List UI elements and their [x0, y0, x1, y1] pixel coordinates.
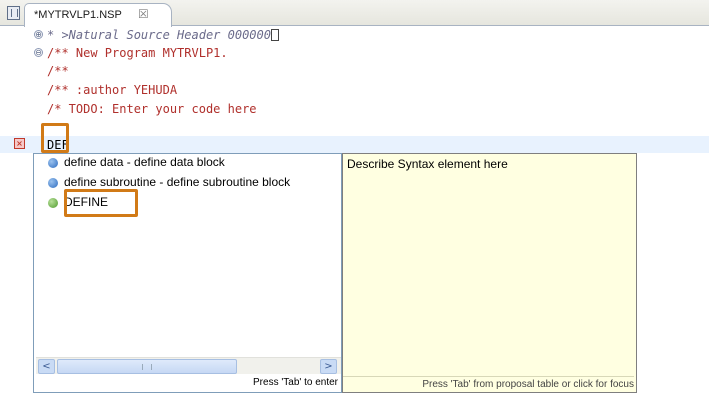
editor-area-icon	[7, 6, 20, 20]
blue-circle-icon	[48, 178, 58, 188]
scroll-thumb[interactable]	[57, 359, 237, 374]
code-line-4: /** :author YEHUDA	[47, 83, 178, 97]
code-line-2: /** New Program MYTRVLP1.	[47, 46, 228, 60]
close-icon[interactable]: ☒	[138, 7, 149, 21]
blue-circle-icon	[48, 158, 58, 168]
folded-region-marker[interactable]	[270, 29, 279, 41]
error-marker-icon[interactable]: ×	[14, 138, 25, 149]
scroll-right-button[interactable]: >	[320, 359, 337, 374]
fold-expand-icon[interactable]: ⊕	[34, 30, 43, 39]
content-assist-popup[interactable]: define data - define data block define s…	[33, 153, 342, 393]
green-circle-icon	[48, 198, 58, 208]
tab-title: *MYTRVLP1.NSP	[34, 9, 122, 21]
proposal-label: define data - define data block	[64, 155, 225, 169]
scroll-left-button[interactable]: <	[38, 359, 55, 374]
info-text: Describe Syntax element here	[347, 157, 508, 171]
fold-collapse-icon[interactable]: ⊖	[34, 48, 43, 57]
assist-status-text: Press 'Tab' to enter	[253, 377, 338, 388]
info-popup[interactable]: Describe Syntax element here Press 'Tab'…	[342, 153, 637, 393]
tab-mytrvlp1[interactable]: *MYTRVLP1.NSP ☒	[24, 3, 172, 27]
highlight-box-define	[64, 189, 138, 217]
code-line-1: * >Natural Source Header 000000	[47, 27, 279, 43]
editor-tab-bar: *MYTRVLP1.NSP ☒	[0, 0, 709, 27]
grip-icon	[142, 364, 152, 370]
code-line-5: /* TODO: Enter your code here	[47, 102, 257, 116]
code-line-1-text: * >Natural Source Header 000000	[47, 28, 271, 42]
info-status-text: Press 'Tab' from proposal table or click…	[343, 376, 634, 390]
vertical-ruler	[0, 27, 31, 403]
current-line-highlight	[0, 136, 709, 153]
code-line-3: /**	[47, 64, 69, 78]
horizontal-scrollbar[interactable]: < >	[36, 357, 341, 374]
code-editor[interactable]: × ⊕ ⊖ * >Natural Source Header 000000 /*…	[0, 27, 709, 403]
highlight-box-def	[41, 123, 69, 153]
